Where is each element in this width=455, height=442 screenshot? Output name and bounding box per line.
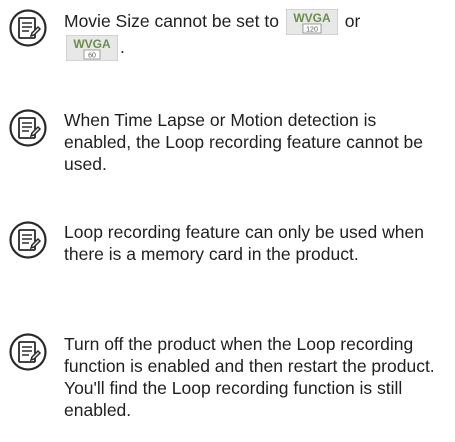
- movie-size-wvga-120-icon: WVGA 120: [285, 9, 338, 35]
- note-text-middle: or: [344, 11, 361, 31]
- note-text: Loop recording feature can only be used …: [64, 222, 424, 264]
- note-text: Turn off the product when the Loop recor…: [64, 334, 435, 420]
- svg-text:WVGA: WVGA: [73, 37, 111, 51]
- movie-size-wvga-60-icon: WVGA 60: [66, 35, 118, 61]
- note-icon: [8, 108, 48, 148]
- note-icon: [8, 8, 48, 48]
- note-text: When Time Lapse or Motion detection is e…: [64, 110, 424, 174]
- svg-text:WVGA: WVGA: [293, 11, 331, 25]
- note-text-after: .: [120, 37, 125, 57]
- note-icon: [8, 220, 48, 260]
- note-text: Movie Size cannot be set to WVGA 120 or …: [64, 9, 448, 61]
- svg-text:60: 60: [88, 53, 96, 60]
- note-icon: [8, 332, 48, 372]
- note-text-before: Movie Size cannot be set to: [64, 11, 279, 31]
- svg-text:120: 120: [306, 27, 318, 34]
